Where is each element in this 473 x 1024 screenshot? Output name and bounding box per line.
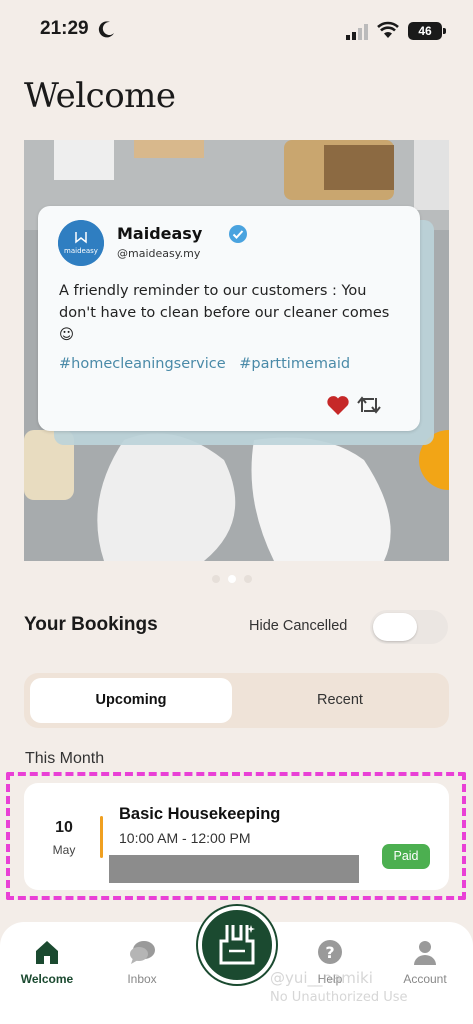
tab-inbox[interactable]: Inbox — [102, 938, 182, 986]
retweet-icon — [357, 396, 381, 414]
hide-cancelled-toggle[interactable] — [370, 610, 448, 644]
bookings-segmented-control: Upcoming Recent — [24, 673, 449, 728]
tweet-author-name: Maideasy — [117, 224, 203, 243]
heart-icon — [327, 396, 349, 415]
signal-icon — [346, 24, 368, 40]
battery-indicator: 46 — [408, 22, 446, 40]
page-title: Welcome — [24, 76, 176, 116]
hide-cancelled-label: Hide Cancelled — [249, 618, 348, 634]
home-icon — [36, 941, 58, 964]
watermark: @yui__namiki No Unauthorized Use — [270, 968, 408, 1008]
carousel-dot[interactable] — [244, 575, 252, 583]
maid-apron-icon — [219, 925, 255, 965]
avatar-text: maideasy — [64, 247, 98, 255]
carousel-pagination[interactable] — [212, 575, 252, 583]
help-icon: ? — [318, 940, 342, 964]
tweet-hashtags: #homecleaningservice #parttimemaid — [59, 356, 359, 372]
promo-banner[interactable]: maideasy Maideasy @maideasy.my A friendl… — [24, 140, 449, 561]
moon-icon — [98, 21, 114, 38]
watermark-line-2: No Unauthorized Use — [270, 990, 408, 1005]
tweet-text: A friendly reminder to our customers : Y… — [59, 283, 390, 343]
bookings-section-title: Your Bookings — [24, 614, 158, 635]
carousel-dot[interactable] — [212, 575, 220, 583]
tab-welcome[interactable]: Welcome — [7, 938, 87, 986]
chat-icon — [130, 941, 155, 964]
tweet-author-handle: @maideasy.my — [117, 247, 201, 260]
tab-recent[interactable]: Recent — [239, 678, 441, 723]
hashtag: #homecleaningservice — [59, 356, 226, 372]
carousel-dot-active[interactable] — [228, 575, 236, 583]
maideasy-logo-avatar: maideasy — [58, 220, 104, 266]
verified-badge-icon — [229, 225, 247, 243]
highlight-annotation — [6, 772, 466, 900]
status-bar: 21:29 46 — [0, 0, 473, 60]
tab-label: Inbox — [127, 972, 157, 986]
account-icon — [414, 941, 436, 965]
tab-label: Welcome — [20, 972, 74, 986]
tweet-card: maideasy Maideasy @maideasy.my A friendl… — [38, 206, 420, 431]
toggle-knob — [373, 613, 417, 641]
hashtag: #parttimemaid — [239, 356, 351, 372]
svg-text:?: ? — [325, 943, 334, 962]
watermark-line-1: @yui__namiki — [270, 969, 373, 987]
this-month-label: This Month — [25, 750, 105, 767]
wifi-icon — [377, 21, 399, 38]
status-time: 21:29 — [40, 18, 89, 39]
tab-upcoming[interactable]: Upcoming — [30, 678, 232, 723]
book-service-button[interactable] — [198, 906, 276, 984]
